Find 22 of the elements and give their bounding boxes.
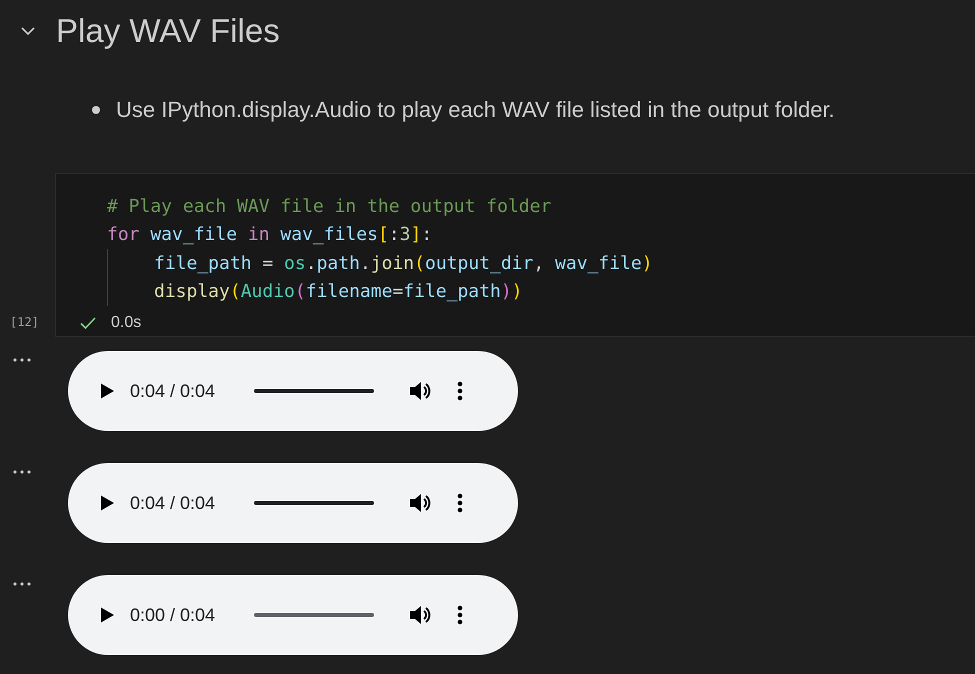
more-options-button[interactable]	[456, 380, 464, 402]
more-icon[interactable]	[12, 581, 32, 587]
bullet-dot	[92, 106, 100, 114]
section-heading: Play WAV Files	[56, 12, 280, 50]
play-button[interactable]	[98, 382, 116, 400]
code-line: display(Audio(filename=file_path))	[154, 281, 523, 302]
play-button[interactable]	[98, 606, 116, 624]
time-display: 0:00 / 0:04	[130, 604, 216, 626]
code-cell[interactable]: # Play each WAV file in the output folder for wav_file in wav_files[:3]: file_path = os.path.join(output_dir, wav_file) display(Audio(filename=file_path)) 0.0s	[55, 173, 975, 337]
code-line: file_path = os.path.join(output_dir, wav_file)	[154, 252, 653, 274]
bullet-text: Use IPython.display.Audio to play each WAV file listed in the output folder.	[116, 97, 835, 123]
more-icon[interactable]	[12, 469, 32, 475]
more-icon[interactable]	[12, 357, 32, 363]
play-button[interactable]	[98, 494, 116, 512]
time-display: 0:04 / 0:04	[130, 380, 216, 402]
more-options-button[interactable]	[456, 604, 464, 626]
code-line: for wav_file in wav_files[:3]:	[107, 224, 432, 246]
time-display: 0:04 / 0:04	[130, 492, 216, 514]
execution-time: 0.0s	[111, 314, 142, 332]
execution-count: [12]	[10, 315, 39, 329]
more-options-button[interactable]	[456, 492, 464, 514]
code-line: # Play each WAV file in the output folder	[107, 196, 552, 217]
